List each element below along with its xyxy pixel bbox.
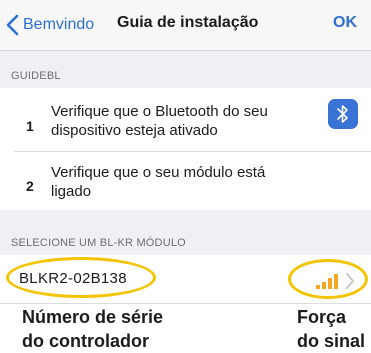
- serial-caption-line1: Número de série: [22, 307, 164, 327]
- step-number: 2: [26, 178, 34, 194]
- signal-strength-highlight: [288, 259, 368, 299]
- serial-caption-line2: do controlador: [22, 331, 149, 351]
- step-text: Verifique que o seu módulo está ligado: [51, 164, 266, 200]
- bluetooth-glyph: [337, 105, 348, 123]
- step-number: 1: [26, 118, 34, 134]
- step-text: Verifique que o Bluetooth do seu disposi…: [51, 103, 268, 139]
- chevron-left-icon: [6, 14, 19, 36]
- serial-number-highlight: [6, 257, 156, 298]
- signal-caption-line2: do sinal: [297, 331, 366, 351]
- module-section-header: SELECIONE UM BL-KR MÓDULO: [11, 237, 186, 249]
- bluetooth-icon[interactable]: [328, 99, 358, 129]
- guide-section-header: GUIDEBL: [11, 70, 61, 82]
- back-button[interactable]: Bemvindo: [6, 11, 94, 39]
- back-label: Bemvindo: [23, 16, 95, 33]
- signal-caption-line1: Força: [297, 307, 347, 327]
- divider: [0, 303, 371, 304]
- serial-caption: Número de série do controlador: [22, 305, 163, 353]
- page-title: Guia de instalação: [117, 14, 259, 31]
- navigation-bar: Bemvindo Guia de instalação OK: [0, 0, 371, 51]
- signal-caption: Força do sinal: [297, 305, 365, 353]
- ok-button[interactable]: OK: [333, 14, 357, 32]
